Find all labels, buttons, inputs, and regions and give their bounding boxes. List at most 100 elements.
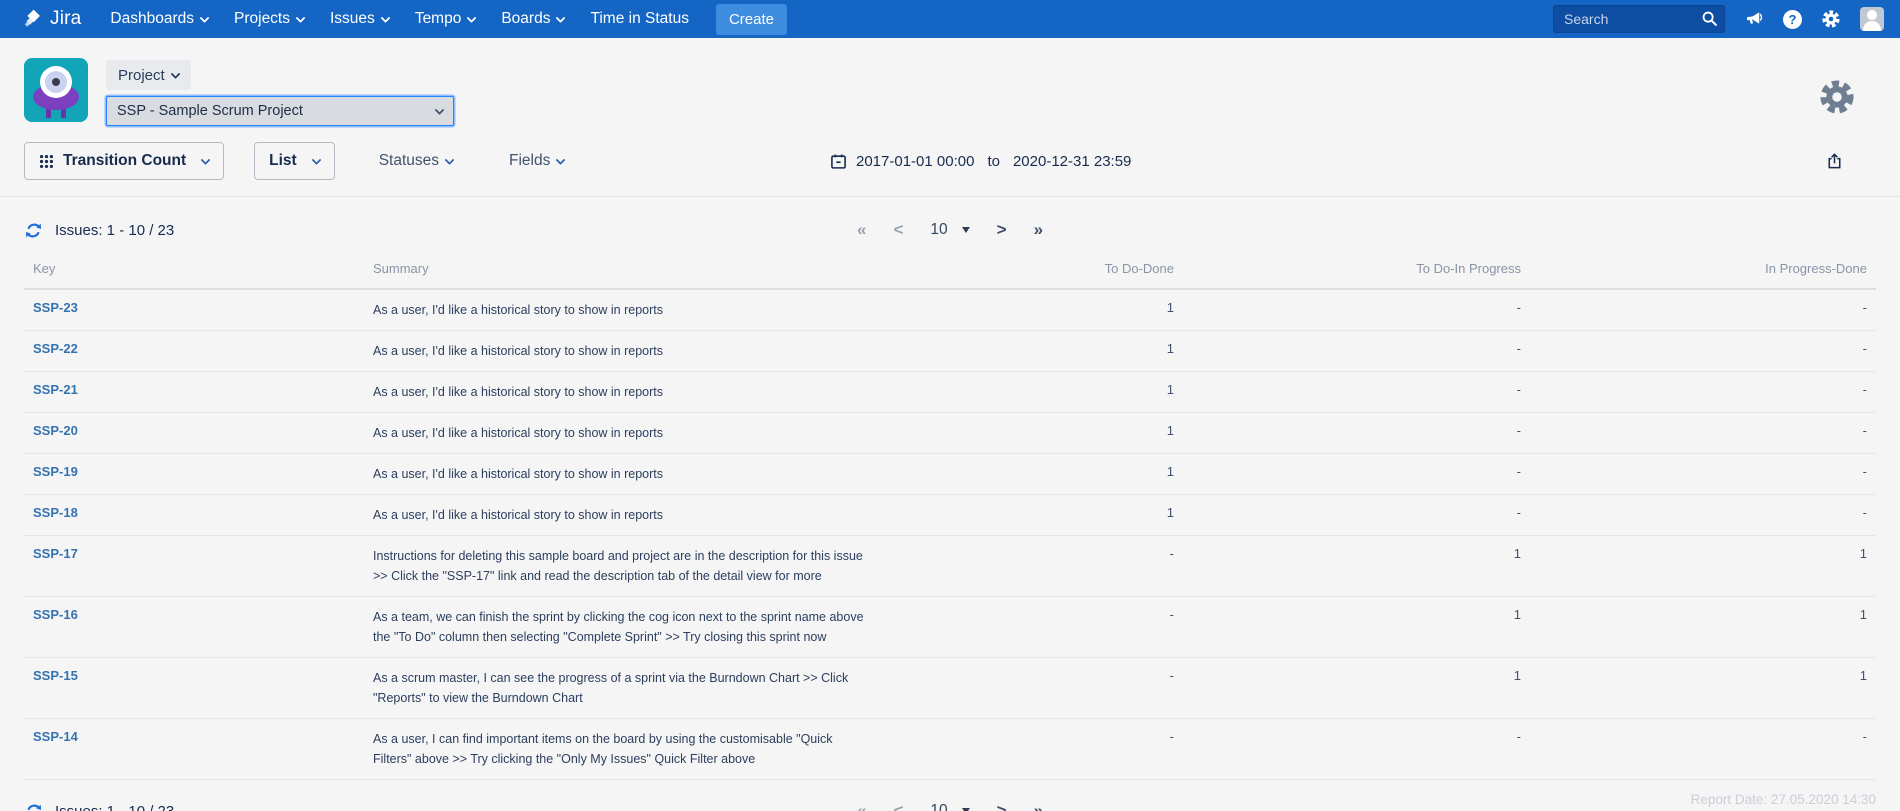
chevron-down-icon	[200, 13, 210, 23]
settings-icon[interactable]	[1821, 9, 1841, 29]
nav-items: DashboardsProjectsIssuesTempoBoardsTime …	[97, 0, 702, 38]
cell-inprogress-done: -	[1530, 495, 1876, 536]
nav-item-projects[interactable]: Projects	[221, 0, 317, 38]
search-icon[interactable]	[1701, 10, 1718, 27]
table-header-row: Key Summary To Do-Done To Do-In Progress…	[24, 251, 1876, 289]
cell-inprogress-done: -	[1530, 454, 1876, 495]
issue-key-link[interactable]: SSP-20	[33, 423, 78, 438]
chevron-down-icon	[556, 13, 566, 23]
issue-key-link[interactable]: SSP-16	[33, 607, 78, 622]
cell-todo-inprogress: -	[1183, 289, 1530, 331]
chevron-down-icon	[380, 13, 390, 23]
refresh-button[interactable]	[24, 221, 43, 240]
issue-key-link[interactable]: SSP-22	[33, 341, 78, 356]
search-box	[1553, 5, 1725, 33]
issue-key-link[interactable]: SSP-18	[33, 505, 78, 520]
report-type-dropdown[interactable]: Transition Count	[24, 142, 224, 180]
issue-summary: As a user, I'd like a historical story t…	[373, 382, 864, 402]
table-row: SSP-21 As a user, I'd like a historical s…	[24, 372, 1876, 413]
issue-summary: Instructions for deleting this sample bo…	[373, 546, 864, 586]
pager-page-size-dropdown[interactable]: 10	[930, 802, 969, 811]
cell-todo-inprogress: -	[1183, 372, 1530, 413]
refresh-icon	[24, 802, 43, 811]
announcement-icon[interactable]	[1744, 9, 1764, 29]
cell-todo-done: -	[873, 597, 1183, 658]
cell-todo-inprogress: 1	[1183, 658, 1530, 719]
caret-down-icon	[962, 227, 970, 233]
cell-todo-done: 1	[873, 495, 1183, 536]
issue-key-link[interactable]: SSP-14	[33, 729, 78, 744]
table-row: SSP-22As a user, I'd like a historical s…	[24, 331, 1876, 372]
chevron-down-icon	[311, 155, 321, 165]
issues-table-body: SSP-23 As a user, I'd like a historical s…	[24, 289, 1876, 780]
nav-item-boards[interactable]: Boards	[488, 0, 577, 38]
cell-todo-done: -	[873, 658, 1183, 719]
pager-next-button[interactable]: >	[997, 801, 1007, 811]
date-to: 2020-12-31 23:59	[1013, 153, 1131, 170]
pager-last-button[interactable]: »	[1034, 220, 1043, 240]
help-icon[interactable]: ?	[1783, 10, 1802, 29]
issue-key-link[interactable]: SSP-21	[33, 382, 78, 397]
nav-item-tempo[interactable]: Tempo	[402, 0, 489, 38]
jira-logo-icon	[22, 8, 44, 30]
pager-next-button[interactable]: >	[997, 220, 1007, 240]
table-row: SSP-19 As a user, I'd like a historical s…	[24, 454, 1876, 495]
issue-summary: As a scrum master, I can see the progres…	[373, 668, 864, 708]
project-type-dropdown[interactable]: Project	[106, 60, 191, 90]
table-row: SSP-15 As a scrum master, I can see the p…	[24, 658, 1876, 719]
nav-item-dashboards[interactable]: Dashboards	[97, 0, 221, 38]
table-row: SSP-18 As a user, I'd like a historical s…	[24, 495, 1876, 536]
pager-page-size-dropdown[interactable]: 10	[930, 221, 969, 239]
cell-todo-done: 1	[873, 413, 1183, 454]
cell-todo-inprogress: 1	[1183, 536, 1530, 597]
pager-bottom: « <10 > »	[857, 801, 1043, 811]
grid-icon	[39, 154, 54, 169]
cell-inprogress-done: -	[1530, 289, 1876, 331]
view-type-dropdown[interactable]: List	[254, 142, 335, 180]
project-select[interactable]: SSP - Sample Scrum Project	[106, 96, 454, 126]
issue-summary: As a user, I'd like a historical story t…	[373, 464, 864, 484]
issue-summary: As a team, we can finish the sprint by c…	[373, 607, 864, 647]
issue-summary: As a user, I can find important items on…	[373, 729, 864, 769]
fields-dropdown[interactable]: Fields	[509, 152, 564, 170]
pager-prev-button[interactable]: <	[893, 220, 903, 240]
logo-text: Jira	[50, 8, 81, 30]
issue-key-link[interactable]: SSP-23	[33, 300, 78, 315]
chevron-down-icon	[556, 155, 566, 165]
chevron-down-icon	[201, 155, 211, 165]
table-row: SSP-17 Instructions for deleting this sam…	[24, 536, 1876, 597]
results-bar-bottom: Issues: 1 - 10 / 23 «<10>» Report Date: …	[0, 780, 1900, 811]
issue-key-link[interactable]: SSP-17	[33, 546, 78, 561]
cell-todo-done: -	[873, 536, 1183, 597]
create-button[interactable]: Create	[716, 4, 787, 35]
nav-item-time-in-status[interactable]: Time in Status	[577, 0, 702, 38]
cell-todo-inprogress: -	[1183, 719, 1530, 780]
user-avatar[interactable]	[1860, 7, 1884, 31]
pager-last-button[interactable]: »	[1034, 801, 1043, 811]
pager-top: « <10 > »	[857, 220, 1043, 240]
issues-count: Issues: 1 - 10 / 23	[55, 222, 174, 239]
column-header-todo-done: To Do-Done	[873, 251, 1183, 289]
search-input[interactable]	[1553, 5, 1725, 33]
refresh-button-bottom[interactable]	[24, 802, 43, 811]
issues-table: Key Summary To Do-Done To Do-In Progress…	[24, 251, 1876, 780]
issue-key-link[interactable]: SSP-19	[33, 464, 78, 479]
jira-logo[interactable]: Jira	[22, 8, 81, 30]
pager-prev-button[interactable]: <	[893, 801, 903, 811]
report-toolbar: Transition Count List Statuses Fields 20…	[0, 142, 1900, 197]
table-row: SSP-14 As a user, I can find important it…	[24, 719, 1876, 780]
export-button[interactable]	[1825, 151, 1844, 171]
column-header-todo-inprogress: To Do-In Progress	[1183, 251, 1530, 289]
report-date: Report Date: 27.05.2020 14:30	[1691, 790, 1876, 810]
chevron-down-icon	[445, 155, 455, 165]
cell-todo-inprogress: 1	[1183, 597, 1530, 658]
report-settings-icon[interactable]	[1818, 78, 1856, 116]
pager-first-button[interactable]: «	[857, 220, 866, 240]
chevron-down-icon	[435, 105, 445, 115]
statuses-dropdown[interactable]: Statuses	[379, 152, 453, 170]
date-range-picker[interactable]: 2017-01-01 00:00 to 2020-12-31 23:59	[830, 153, 1131, 170]
issue-summary: As a user, I'd like a historical story t…	[373, 505, 864, 525]
pager-first-button[interactable]: «	[857, 801, 866, 811]
nav-item-issues[interactable]: Issues	[317, 0, 402, 38]
issue-key-link[interactable]: SSP-15	[33, 668, 78, 683]
